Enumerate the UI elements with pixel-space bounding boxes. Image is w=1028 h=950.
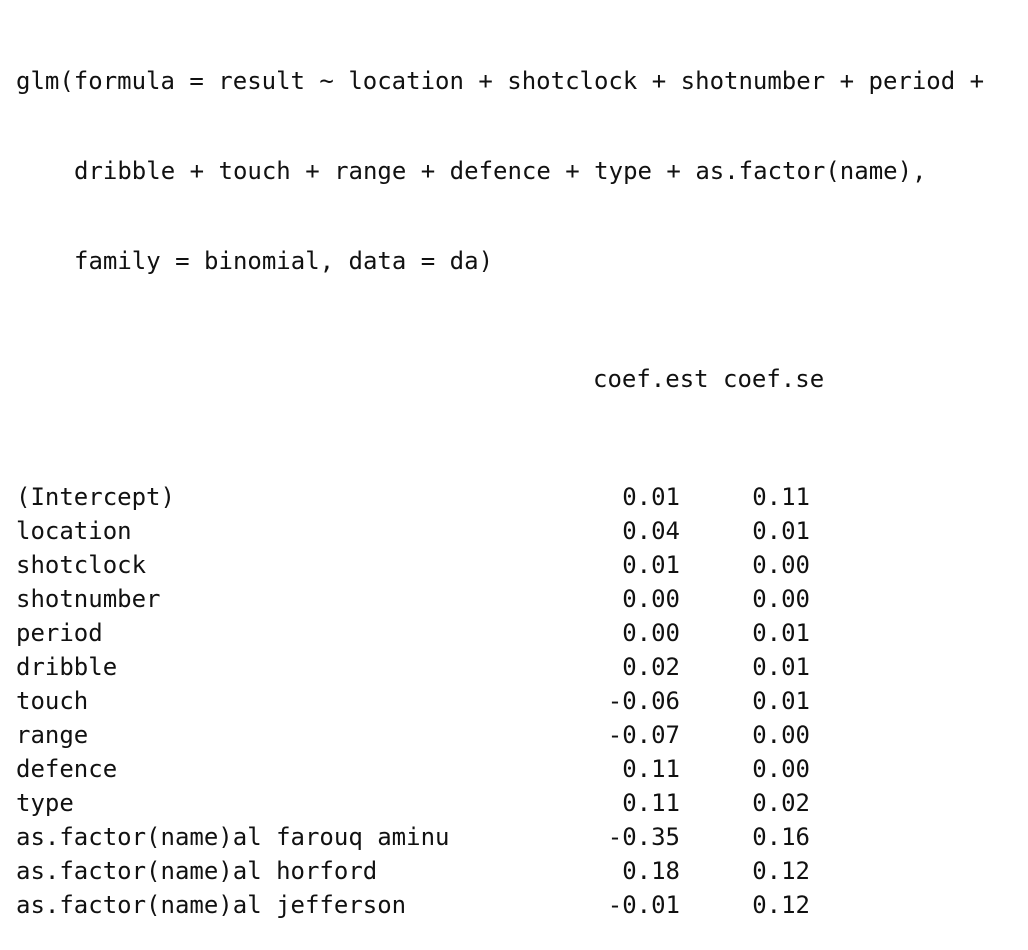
coef-row: shotnumber 0.00 0.00 bbox=[16, 582, 810, 616]
glm-call-line-3: family = binomial, data = da) bbox=[74, 247, 494, 275]
coef-row: (Intercept) 0.01 0.11 bbox=[16, 480, 810, 514]
coef-row: as.factor(name)al jefferson -0.01 0.12 bbox=[16, 888, 810, 922]
coef-se-value: 0.01 bbox=[752, 687, 810, 715]
coef-se-value: 0.00 bbox=[752, 551, 810, 579]
coef-row: touch -0.06 0.01 bbox=[16, 684, 810, 718]
coef-se-value: 0.00 bbox=[752, 585, 810, 613]
coef-se-value: 0.00 bbox=[752, 721, 810, 749]
coef-est-value: 0.00 bbox=[622, 585, 680, 613]
coef-term: as.factor(name)al horford bbox=[16, 857, 378, 885]
coef-se-value: 0.01 bbox=[752, 653, 810, 681]
coef-est-value: -0.01 bbox=[607, 891, 680, 919]
header-coef-se: coef.se bbox=[723, 365, 825, 393]
coef-se-value: 0.00 bbox=[752, 755, 810, 783]
coef-row: range -0.07 0.00 bbox=[16, 718, 810, 752]
coef-term: shotclock bbox=[16, 551, 147, 579]
coef-term: dribble bbox=[16, 653, 118, 681]
coef-row: period 0.00 0.01 bbox=[16, 616, 810, 650]
glm-output: glm(formula = result ~ location + shotcl… bbox=[16, 8, 984, 950]
coef-term: touch bbox=[16, 687, 89, 715]
coef-table-body: (Intercept) 0.01 0.11 location 0.04 0.01 shotc… bbox=[16, 480, 984, 922]
header-coef-est: coef.est bbox=[593, 365, 709, 393]
coef-est-value: 0.00 bbox=[622, 619, 680, 647]
r-console-output: { "call": { "line1": "glm(formula = resu… bbox=[0, 0, 1028, 919]
coef-se-value: 0.01 bbox=[752, 517, 810, 545]
coef-se-value: 0.01 bbox=[752, 619, 810, 647]
coef-se-value: 0.12 bbox=[752, 891, 810, 919]
coef-est-value: 0.11 bbox=[622, 789, 680, 817]
coef-term: as.factor(name)al jefferson bbox=[16, 891, 407, 919]
coef-est-value: -0.35 bbox=[607, 823, 680, 851]
coef-est-value: 0.02 bbox=[622, 653, 680, 681]
coef-row: as.factor(name)al farouq aminu -0.35 0.16 bbox=[16, 820, 810, 854]
coef-row: shotclock 0.01 0.00 bbox=[16, 548, 810, 582]
coef-est-value: 0.11 bbox=[622, 755, 680, 783]
coef-table-header: coef.est coef.se bbox=[16, 362, 824, 396]
coef-row: location 0.04 0.01 bbox=[16, 514, 810, 548]
coef-est-value: 0.01 bbox=[622, 483, 680, 511]
glm-call-line-2: dribble + touch + range + defence + type… bbox=[74, 157, 927, 185]
coef-se-value: 0.11 bbox=[752, 483, 810, 511]
glm-call-line-1: glm(formula = result ~ location + shotcl… bbox=[16, 67, 985, 95]
coef-row: as.factor(name)al horford 0.18 0.12 bbox=[16, 854, 810, 888]
coef-est-value: 0.04 bbox=[622, 517, 680, 545]
coef-term: shotnumber bbox=[16, 585, 161, 613]
coef-term: (Intercept) bbox=[16, 483, 175, 511]
coef-term: location bbox=[16, 517, 132, 545]
coef-term: as.factor(name)al farouq aminu bbox=[16, 823, 450, 851]
coef-est-value: -0.07 bbox=[607, 721, 680, 749]
coef-se-value: 0.16 bbox=[752, 823, 810, 851]
coef-se-value: 0.12 bbox=[752, 857, 810, 885]
coef-row: defence 0.11 0.00 bbox=[16, 752, 810, 786]
coef-term: range bbox=[16, 721, 89, 749]
coef-row: dribble 0.02 0.01 bbox=[16, 650, 810, 684]
coef-est-value: 0.18 bbox=[622, 857, 680, 885]
coef-se-value: 0.02 bbox=[752, 789, 810, 817]
coef-term: defence bbox=[16, 755, 118, 783]
coef-row: type 0.11 0.02 bbox=[16, 786, 810, 820]
coef-term: period bbox=[16, 619, 103, 647]
coef-term: type bbox=[16, 789, 74, 817]
coef-est-value: -0.06 bbox=[607, 687, 680, 715]
coef-est-value: 0.01 bbox=[622, 551, 680, 579]
